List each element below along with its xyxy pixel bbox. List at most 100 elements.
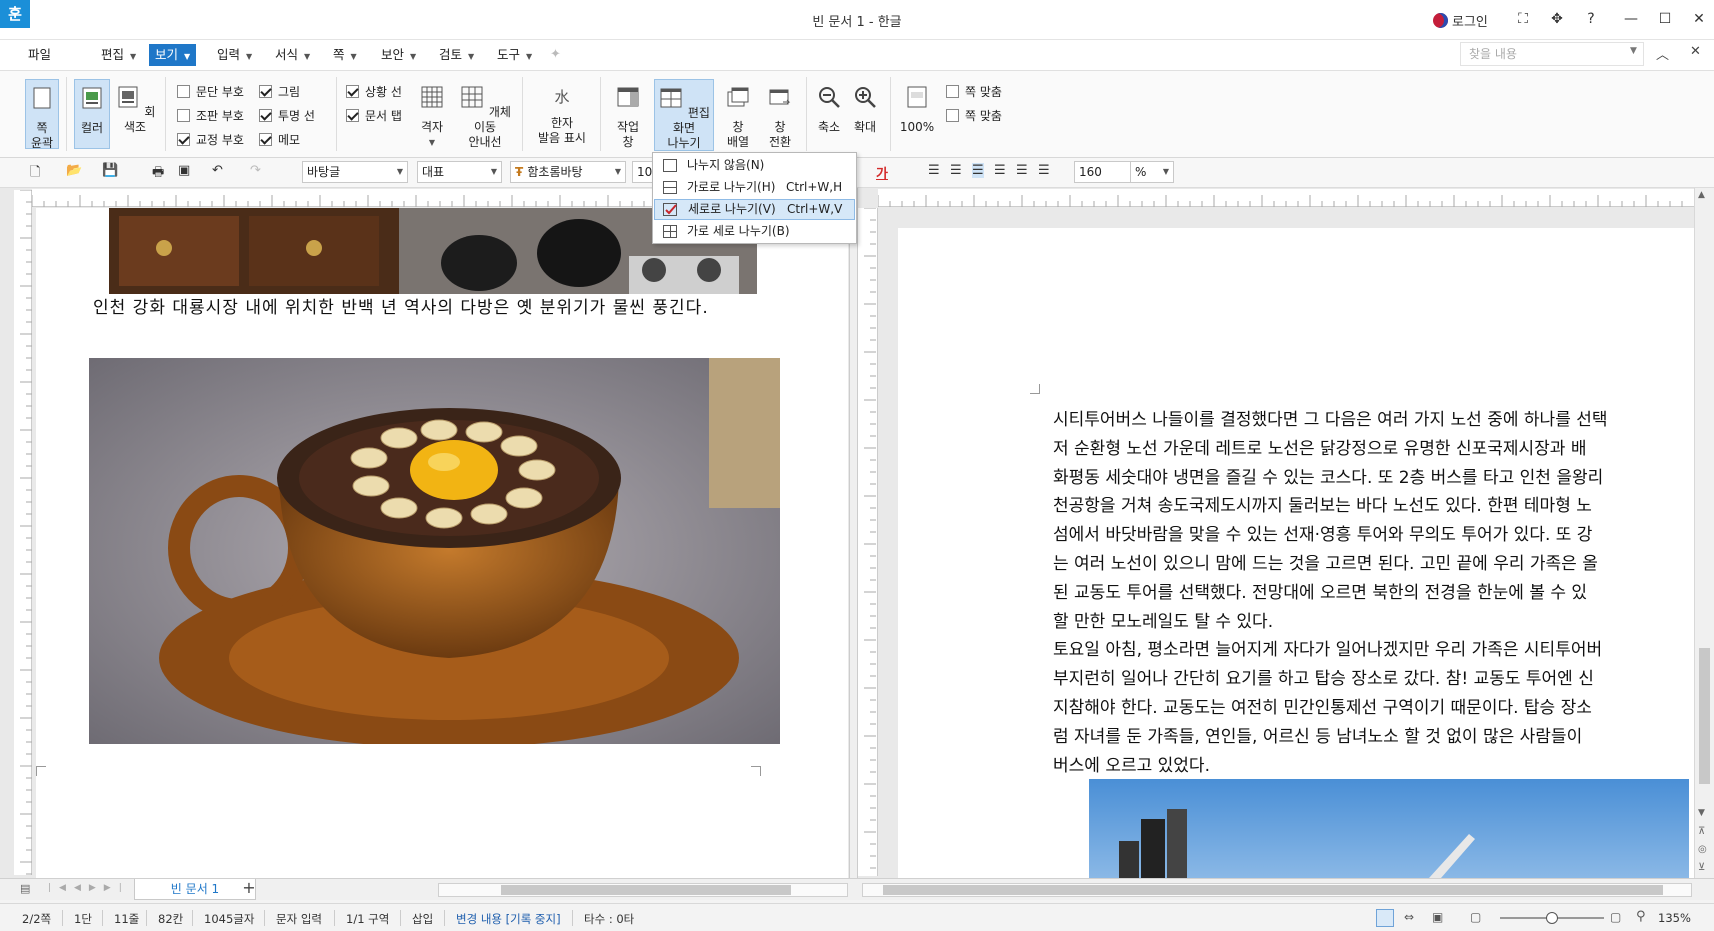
select-browse-icon[interactable]: ◎ — [1698, 844, 1707, 855]
align-center-icon[interactable]: ☰ — [972, 163, 984, 178]
text-line: 섬에서 바닷바람을 맞을 수 있는 선재·영흥 투어와 무의도 투어가 있다. … — [1053, 525, 1593, 546]
align-left-icon[interactable]: ☰ — [950, 163, 962, 178]
menu-item-horizontal-split[interactable]: 가로로 나누기(H) Ctrl+W,H — [654, 177, 855, 198]
font-select[interactable]: Ŧ 함초롬바탕 ▼ — [510, 161, 626, 183]
minimize-icon[interactable]: — — [1616, 6, 1646, 32]
close-document-icon[interactable]: ✕ — [1690, 44, 1701, 59]
status-insert[interactable]: 삽입 — [412, 911, 433, 927]
help-icon[interactable]: ? — [1576, 6, 1606, 32]
paragraph-marks-checkbox[interactable]: 문단 부호 — [177, 83, 244, 100]
hanja-pronunciation-button[interactable]: 水 한자 발음 표시 — [530, 79, 594, 151]
web-view-icon[interactable]: ⇔ — [1404, 910, 1414, 924]
object-move-guide-button[interactable]: 개체 이동 안내선 — [454, 79, 516, 151]
horizontal-scrollbar-left[interactable] — [438, 883, 848, 897]
chevron-down-icon[interactable]: ▼ — [1630, 46, 1637, 56]
open-folder-icon[interactable]: 📂 — [66, 163, 82, 178]
menu-format[interactable]: 서식 ▼ — [269, 44, 316, 66]
tab-list-icon[interactable]: ▤ — [20, 882, 30, 895]
font-color-icon[interactable]: 가 — [876, 163, 888, 182]
menu-edit[interactable]: 편집 ▼ — [95, 44, 142, 66]
split-divider[interactable] — [849, 188, 858, 878]
layout-marks-checkbox[interactable]: 조판 부호 — [177, 107, 244, 124]
menu-tools[interactable]: 도구 ▼ — [491, 44, 538, 66]
zoom-out-button[interactable]: 축소 — [812, 79, 846, 151]
fullscreen-icon[interactable]: ⛶ — [1508, 6, 1538, 32]
memo-checkbox[interactable]: 메모 — [259, 131, 300, 148]
add-tab-button[interactable]: + — [234, 878, 264, 899]
search-input[interactable]: 찾을 내용 — [1460, 42, 1644, 66]
zoom-slider-thumb[interactable] — [1546, 912, 1558, 924]
hanja-pronunciation-label: 한자 발음 표시 — [538, 116, 586, 145]
document-tabs-checkbox[interactable]: 문서 탭 — [346, 107, 402, 124]
align-divide-icon[interactable]: ☰ — [1038, 163, 1050, 178]
horizontal-scrollbar-right[interactable] — [862, 883, 1692, 897]
status-page[interactable]: 2/2쪽 — [22, 911, 51, 927]
menu-item-grid-split[interactable]: 가로 세로 나누기(B) — [654, 221, 855, 242]
fit-page-button-1[interactable]: 쪽 맞춤 — [946, 83, 1002, 100]
extension-icon[interactable]: ✦ — [550, 47, 561, 62]
zoom-box-icon[interactable]: ▢ — [1610, 910, 1621, 924]
next-page-icon[interactable]: ⊻ — [1698, 862, 1705, 873]
redo-icon[interactable]: ↷ — [250, 163, 261, 178]
language-select[interactable]: 대표 ▼ — [417, 161, 502, 183]
menu-view[interactable]: 보기 ▼ — [149, 44, 197, 66]
align-right-icon[interactable]: ☰ — [994, 163, 1006, 178]
status-track-changes[interactable]: 변경 내용 [기록 중지] — [456, 911, 561, 927]
guide-lines-icon — [461, 86, 483, 108]
color-mode-button[interactable]: 컬러 — [74, 79, 110, 149]
menu-item-no-split[interactable]: 나누지 않음(N) — [654, 155, 855, 176]
prev-page-icon[interactable]: ⊼ — [1698, 826, 1705, 837]
arrange-windows-button[interactable]: 창 배열 — [720, 79, 756, 151]
menu-item-vertical-split[interactable]: 세로로 나누기(V) Ctrl+W,V — [654, 199, 855, 220]
zoom-in-button[interactable]: 확대 — [848, 79, 882, 151]
left-document-page[interactable]: 인천 강화 대룡시장 내에 위치한 반백 년 역사의 다방은 옛 분위기가 물씬… — [36, 208, 848, 878]
zoom-100-button[interactable]: 100% — [896, 79, 938, 151]
print-icon[interactable]: 🖶 — [152, 163, 164, 185]
switch-window-button[interactable]: 창 전환 — [760, 79, 800, 151]
maximize-icon[interactable]: ☐ — [1650, 6, 1680, 32]
align-justify-icon[interactable]: ☰ — [928, 163, 940, 178]
status-zoom[interactable]: 135% — [1658, 911, 1691, 925]
grayscale-button[interactable]: 회색조 — [114, 79, 156, 149]
save-icon[interactable]: 💾 — [102, 163, 118, 178]
status-line-checkbox[interactable]: 상황 선 — [346, 83, 402, 100]
body-text[interactable]: 시티투어버스 나들이를 결정했다면 그 다음은 여러 가지 노선 중에 하나를 … — [1053, 406, 1693, 780]
scroll-thumb[interactable] — [1699, 648, 1710, 784]
proof-marks-checkbox[interactable]: 교정 부호 — [177, 131, 244, 148]
page-view-icon[interactable]: ▣ — [1432, 910, 1443, 924]
align-distribute-icon[interactable]: ☰ — [1016, 163, 1028, 178]
page-outline-button[interactable]: 쪽 윤곽 — [25, 79, 59, 150]
undo-icon[interactable]: ↶ — [212, 163, 223, 178]
preview-icon[interactable]: ▣ — [178, 163, 190, 178]
split-screen-button[interactable]: 편집 화면 나누기 — [654, 79, 714, 151]
menu-file[interactable]: 파일 — [22, 44, 57, 66]
transparent-lines-checkbox[interactable]: 투명 선 — [259, 107, 315, 124]
menu-review[interactable]: 검토 ▼ — [433, 44, 480, 66]
pictures-checkbox[interactable]: 그림 — [259, 83, 300, 100]
line-spacing-input[interactable]: 160 — [1074, 161, 1134, 183]
scroll-thumb[interactable] — [883, 885, 1663, 895]
line-spacing-unit-select[interactable]: % ▼ — [1130, 161, 1174, 183]
style-select[interactable]: 바탕글 ▼ — [302, 161, 408, 183]
menu-insert[interactable]: 입력 ▼ — [211, 44, 258, 66]
menu-page[interactable]: 쪽 ▼ — [327, 44, 363, 66]
status-input-mode[interactable]: 문자 입력 — [276, 911, 322, 927]
grid-button[interactable]: 격자 ▼ — [416, 79, 448, 151]
magnifier-icon[interactable]: ⚲ — [1636, 909, 1646, 924]
scroll-thumb[interactable] — [501, 885, 791, 895]
tab-navigation-arrows[interactable]: |◀◀▶▶| — [48, 883, 130, 893]
move-icon[interactable]: ✥ — [1542, 6, 1572, 32]
status-separator — [192, 910, 193, 926]
collapse-ribbon-icon[interactable]: ︿ — [1656, 44, 1669, 63]
vertical-scrollbar[interactable]: ▲ ▼ ⊼ ◎ ⊻ — [1694, 188, 1714, 878]
work-window-button[interactable]: 작업 창 — [608, 79, 648, 151]
menu-security[interactable]: 보안 ▼ — [375, 44, 422, 66]
scroll-up-icon[interactable]: ▲ — [1698, 190, 1705, 200]
fit-page-button-2[interactable]: 쪽 맞춤 — [946, 107, 1002, 124]
close-icon[interactable]: ✕ — [1684, 6, 1714, 32]
zoom-fit-icon[interactable]: ▢ — [1470, 910, 1481, 924]
login-button[interactable]: 로그인 — [1433, 11, 1488, 30]
new-document-icon[interactable]: 🗋 — [30, 163, 40, 185]
scroll-down-icon[interactable]: ▼ — [1698, 808, 1705, 818]
normal-view-icon[interactable] — [1376, 909, 1394, 927]
